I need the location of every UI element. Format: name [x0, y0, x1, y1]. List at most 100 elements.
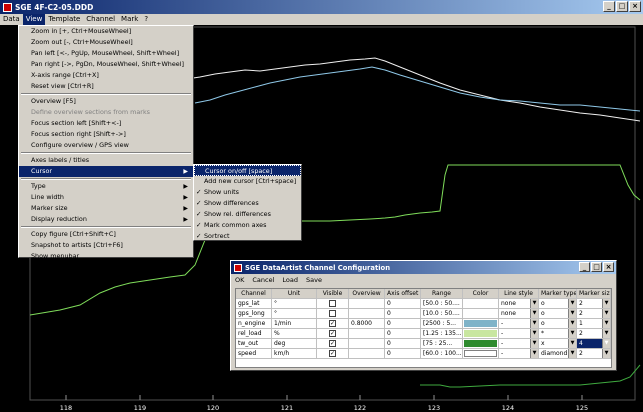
- unit-cell[interactable]: °: [272, 299, 317, 308]
- color-cell[interactable]: [463, 329, 499, 338]
- menu-item-zoom-in[interactable]: Zoom in [+, Ctrl+MouseWheel]: [19, 26, 193, 37]
- dropdown-arrow-icon[interactable]: ▼: [530, 319, 538, 328]
- menu-item-focus-right[interactable]: Focus section right [Shift+->]: [19, 129, 193, 140]
- menu-item-line-width[interactable]: Line width ▶: [19, 192, 193, 203]
- overview-cell[interactable]: [349, 309, 385, 318]
- range-cell[interactable]: [75 : 25...: [421, 339, 463, 348]
- column-header[interactable]: Visible: [317, 289, 349, 298]
- dropdown-arrow-icon[interactable]: ▼: [530, 339, 538, 348]
- overview-cell[interactable]: [349, 299, 385, 308]
- offset-cell[interactable]: 0: [385, 299, 421, 308]
- range-cell[interactable]: [2500 : 5...: [421, 319, 463, 328]
- linestyle-cell[interactable]: none ▼: [499, 299, 539, 308]
- menu-item-focus-left[interactable]: Focus section left [Shift+<-]: [19, 118, 193, 129]
- submenu-item-mark-common-axes[interactable]: ✓ Mark common axes: [194, 220, 301, 231]
- dialog-titlebar[interactable]: SGE DataArtist Channel Configuration _ □…: [231, 261, 616, 274]
- menu-item-marker-size[interactable]: Marker size ▶: [19, 203, 193, 214]
- channel-cell[interactable]: gps_long: [236, 309, 272, 318]
- dropdown-arrow-icon[interactable]: ▼: [568, 339, 576, 348]
- offset-cell[interactable]: 0: [385, 329, 421, 338]
- menu-item-copy-figure[interactable]: Copy figure [Ctrl+Shift+C]: [19, 229, 193, 240]
- channel-cell[interactable]: rel_load: [236, 329, 272, 338]
- marker-cell[interactable]: diamond ▼: [539, 349, 577, 358]
- column-header[interactable]: Unit: [272, 289, 317, 298]
- column-header[interactable]: Line style: [499, 289, 539, 298]
- menu-template[interactable]: Template: [45, 14, 83, 25]
- dropdown-arrow-icon[interactable]: ▼: [530, 329, 538, 338]
- channel-cell[interactable]: gps_lat: [236, 299, 272, 308]
- marker-cell[interactable]: x ▼: [539, 339, 577, 348]
- menu-item-x-axis-range[interactable]: X-axis range [Ctrl+X]: [19, 70, 193, 81]
- overview-cell[interactable]: 0.8000: [349, 319, 385, 328]
- menu-item-snapshot[interactable]: Snapshot to artists [Ctrl+F6]: [19, 240, 193, 251]
- offset-cell[interactable]: 0: [385, 319, 421, 328]
- dropdown-arrow-icon[interactable]: ▼: [568, 319, 576, 328]
- marker-size-cell[interactable]: 1 ▼: [577, 319, 611, 328]
- close-button[interactable]: ×: [629, 1, 641, 12]
- submenu-item-show-differences[interactable]: ✓ Show differences: [194, 198, 301, 209]
- dialog-ok-button[interactable]: OK: [231, 276, 248, 284]
- dropdown-arrow-icon[interactable]: ▼: [568, 349, 576, 358]
- app-titlebar[interactable]: SGE 4F-C2-05.DDD _ □ ×: [0, 0, 643, 14]
- visible-checkbox[interactable]: ✓: [329, 340, 336, 347]
- linestyle-cell[interactable]: none ▼: [499, 309, 539, 318]
- linestyle-cell[interactable]: - ▼: [499, 349, 539, 358]
- unit-cell[interactable]: °: [272, 309, 317, 318]
- dialog-load-button[interactable]: Load: [278, 276, 302, 284]
- dropdown-arrow-icon[interactable]: ▼: [602, 309, 610, 318]
- menu-item-show-menubar[interactable]: Show menubar: [19, 251, 193, 262]
- range-cell[interactable]: [50.0 : 50....: [421, 299, 463, 308]
- unit-cell[interactable]: 1/min: [272, 319, 317, 328]
- column-header[interactable]: Color: [463, 289, 499, 298]
- visible-checkbox[interactable]: ✓: [329, 350, 336, 357]
- dropdown-arrow-icon[interactable]: ▼: [602, 299, 610, 308]
- menu-help[interactable]: ?: [141, 14, 151, 25]
- column-header[interactable]: Overview: [349, 289, 385, 298]
- menu-item-cursor[interactable]: Cursor ▶: [19, 166, 193, 177]
- marker-cell[interactable]: o ▼: [539, 309, 577, 318]
- offset-cell[interactable]: 0: [385, 349, 421, 358]
- dialog-maximize-button[interactable]: □: [591, 262, 602, 272]
- unit-cell[interactable]: km/h: [272, 349, 317, 358]
- dialog-close-button[interactable]: ×: [603, 262, 614, 272]
- dropdown-arrow-icon[interactable]: ▼: [568, 309, 576, 318]
- channel-cell[interactable]: tw_out: [236, 339, 272, 348]
- column-header[interactable]: Axis offset: [385, 289, 421, 298]
- range-cell[interactable]: [1.25 : 135...: [421, 329, 463, 338]
- color-cell[interactable]: [463, 349, 499, 358]
- menu-item-zoom-out[interactable]: Zoom out [-, Ctrl+MouseWheel]: [19, 37, 193, 48]
- range-cell[interactable]: [10.0 : 50....: [421, 309, 463, 318]
- marker-size-cell[interactable]: 4 ▼: [577, 339, 611, 348]
- marker-cell[interactable]: o ▼: [539, 319, 577, 328]
- submenu-item-add-cursor[interactable]: Add new cursor [Ctrl+space]: [194, 176, 301, 187]
- dropdown-arrow-icon[interactable]: ▼: [530, 309, 538, 318]
- offset-cell[interactable]: 0: [385, 309, 421, 318]
- overview-cell[interactable]: [349, 329, 385, 338]
- dialog-minimize-button[interactable]: _: [579, 262, 590, 272]
- menu-item-display-reduction[interactable]: Display reduction ▶: [19, 214, 193, 225]
- marker-size-cell[interactable]: 2 ▼: [577, 299, 611, 308]
- dialog-save-button[interactable]: Save: [302, 276, 326, 284]
- menu-data[interactable]: Data: [0, 14, 23, 25]
- column-header[interactable]: Marker type: [539, 289, 577, 298]
- visible-checkbox[interactable]: ✓: [329, 330, 336, 337]
- color-cell[interactable]: [463, 299, 499, 308]
- menu-channel[interactable]: Channel: [83, 14, 118, 25]
- linestyle-cell[interactable]: - ▼: [499, 319, 539, 328]
- linestyle-cell[interactable]: - ▼: [499, 339, 539, 348]
- submenu-item-cursor-on-off[interactable]: Cursor on/off [space]: [194, 165, 301, 176]
- unit-cell[interactable]: deg: [272, 339, 317, 348]
- unit-cell[interactable]: %: [272, 329, 317, 338]
- color-cell[interactable]: [463, 309, 499, 318]
- column-header[interactable]: Range: [421, 289, 463, 298]
- dialog-cancel-button[interactable]: Cancel: [248, 276, 278, 284]
- marker-size-cell[interactable]: 2 ▼: [577, 329, 611, 338]
- column-header[interactable]: Marker size: [577, 289, 611, 298]
- overview-cell[interactable]: [349, 339, 385, 348]
- color-cell[interactable]: [463, 319, 499, 328]
- dropdown-arrow-icon[interactable]: ▼: [530, 299, 538, 308]
- overview-cell[interactable]: [349, 349, 385, 358]
- menu-item-pan-right[interactable]: Pan right [->, PgDn, MouseWheel, Shift+W…: [19, 59, 193, 70]
- menu-view[interactable]: View: [22, 14, 46, 25]
- submenu-item-sortrect[interactable]: ✓ Sortrect: [194, 231, 301, 242]
